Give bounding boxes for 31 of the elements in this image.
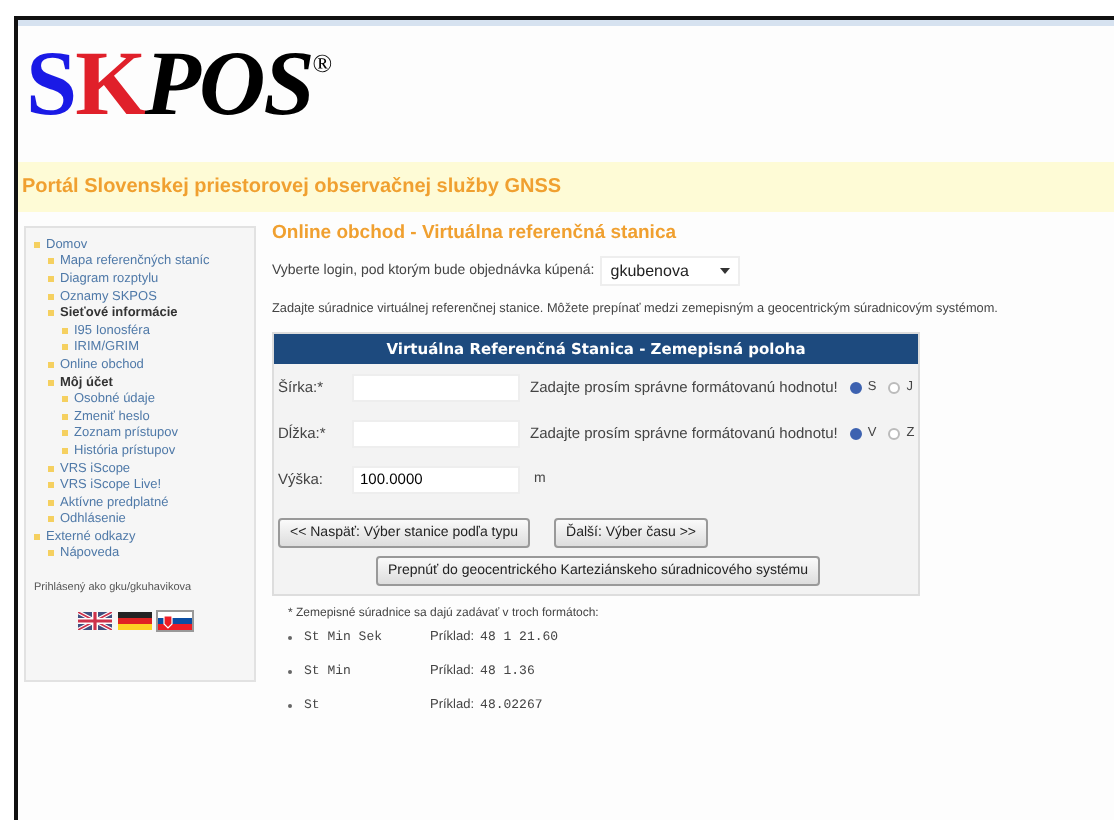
bullet-icon: [48, 379, 54, 386]
radio-button[interactable]: [849, 427, 862, 439]
bullet-icon: [62, 327, 68, 334]
bullet-icon: [34, 241, 40, 248]
bullet-icon: [62, 447, 68, 454]
radio-button[interactable]: [888, 427, 901, 439]
flag-icon[interactable]: [157, 612, 191, 631]
page-title: Online obchod - Virtuálna referenčná stanica: [272, 222, 679, 244]
bullet-icon: [48, 293, 54, 300]
banner-title: Portál Slovenskej priestorovej observačnej služby GNSS: [22, 176, 562, 198]
bullet-icon: [62, 413, 68, 420]
bullet-icon: [48, 258, 54, 265]
flag-icon[interactable]: [77, 612, 111, 631]
bullet-icon: [48, 482, 54, 489]
caret-icon: [720, 268, 731, 274]
bullet-icon: [48, 550, 54, 557]
bullet-icon: [48, 516, 54, 523]
login-dropdown[interactable]: gkubenova: [600, 256, 741, 286]
bullet-icon: [62, 430, 68, 437]
bullet-icon: [62, 396, 68, 403]
radio-button[interactable]: [849, 381, 862, 393]
bullet-icon: [48, 499, 54, 506]
logo: SKPOS$^{®}$: [26, 38, 331, 130]
bullet-icon: [48, 275, 54, 282]
bullet-icon: [48, 465, 54, 472]
bullet-icon: [34, 533, 40, 540]
flag-icon[interactable]: [117, 612, 151, 631]
radio-button[interactable]: [888, 381, 901, 393]
bullet-icon: [48, 310, 54, 317]
bullet-icon: [62, 344, 68, 351]
bullet-icon: [48, 361, 54, 368]
